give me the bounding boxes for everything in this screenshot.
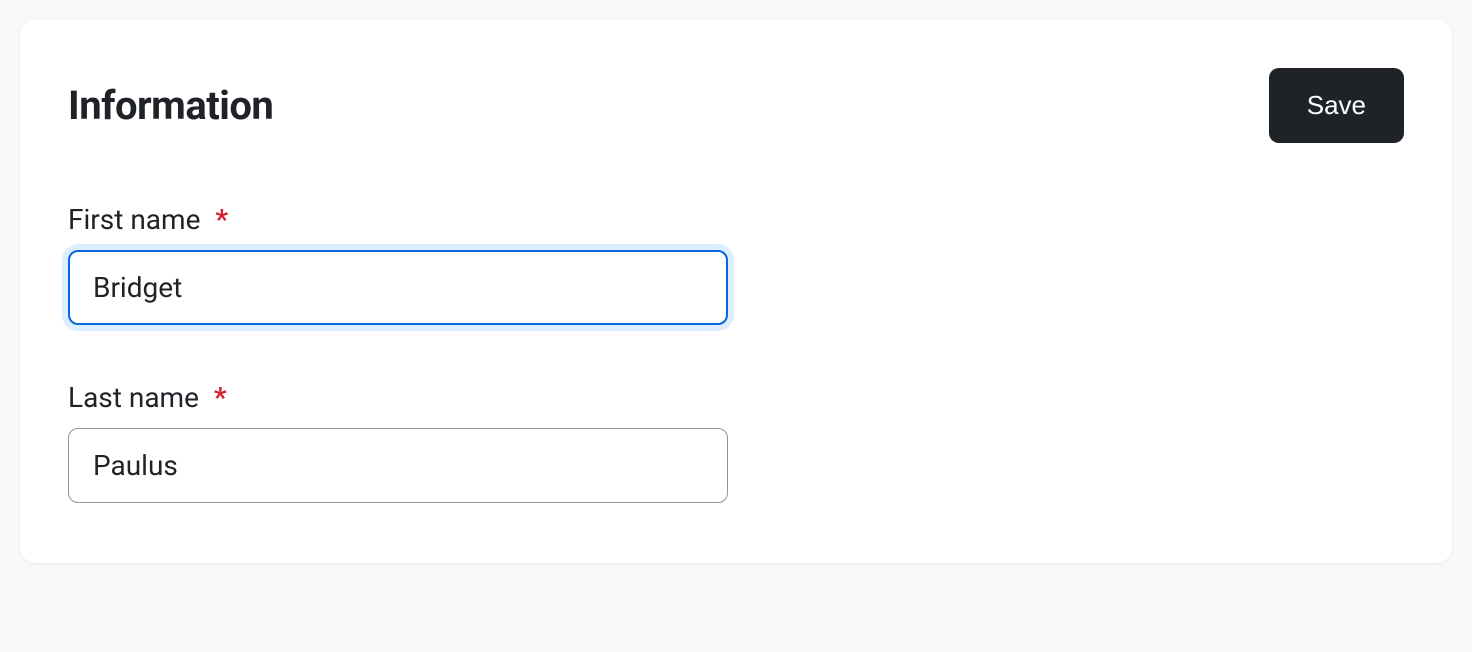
card-header: Information Save xyxy=(68,68,1404,143)
first-name-group: First name * xyxy=(68,203,728,325)
last-name-label-text: Last name xyxy=(68,381,199,414)
card-title: Information xyxy=(68,82,273,129)
first-name-input[interactable] xyxy=(68,250,728,325)
first-name-label-text: First name xyxy=(68,203,200,236)
last-name-label: Last name * xyxy=(68,381,728,414)
first-name-label: First name * xyxy=(68,203,728,236)
save-button[interactable]: Save xyxy=(1269,68,1404,143)
information-card: Information Save First name * Last name … xyxy=(20,20,1452,563)
last-name-group: Last name * xyxy=(68,381,728,503)
last-name-input[interactable] xyxy=(68,428,728,503)
required-asterisk-icon: * xyxy=(214,381,227,414)
required-asterisk-icon: * xyxy=(215,203,228,236)
